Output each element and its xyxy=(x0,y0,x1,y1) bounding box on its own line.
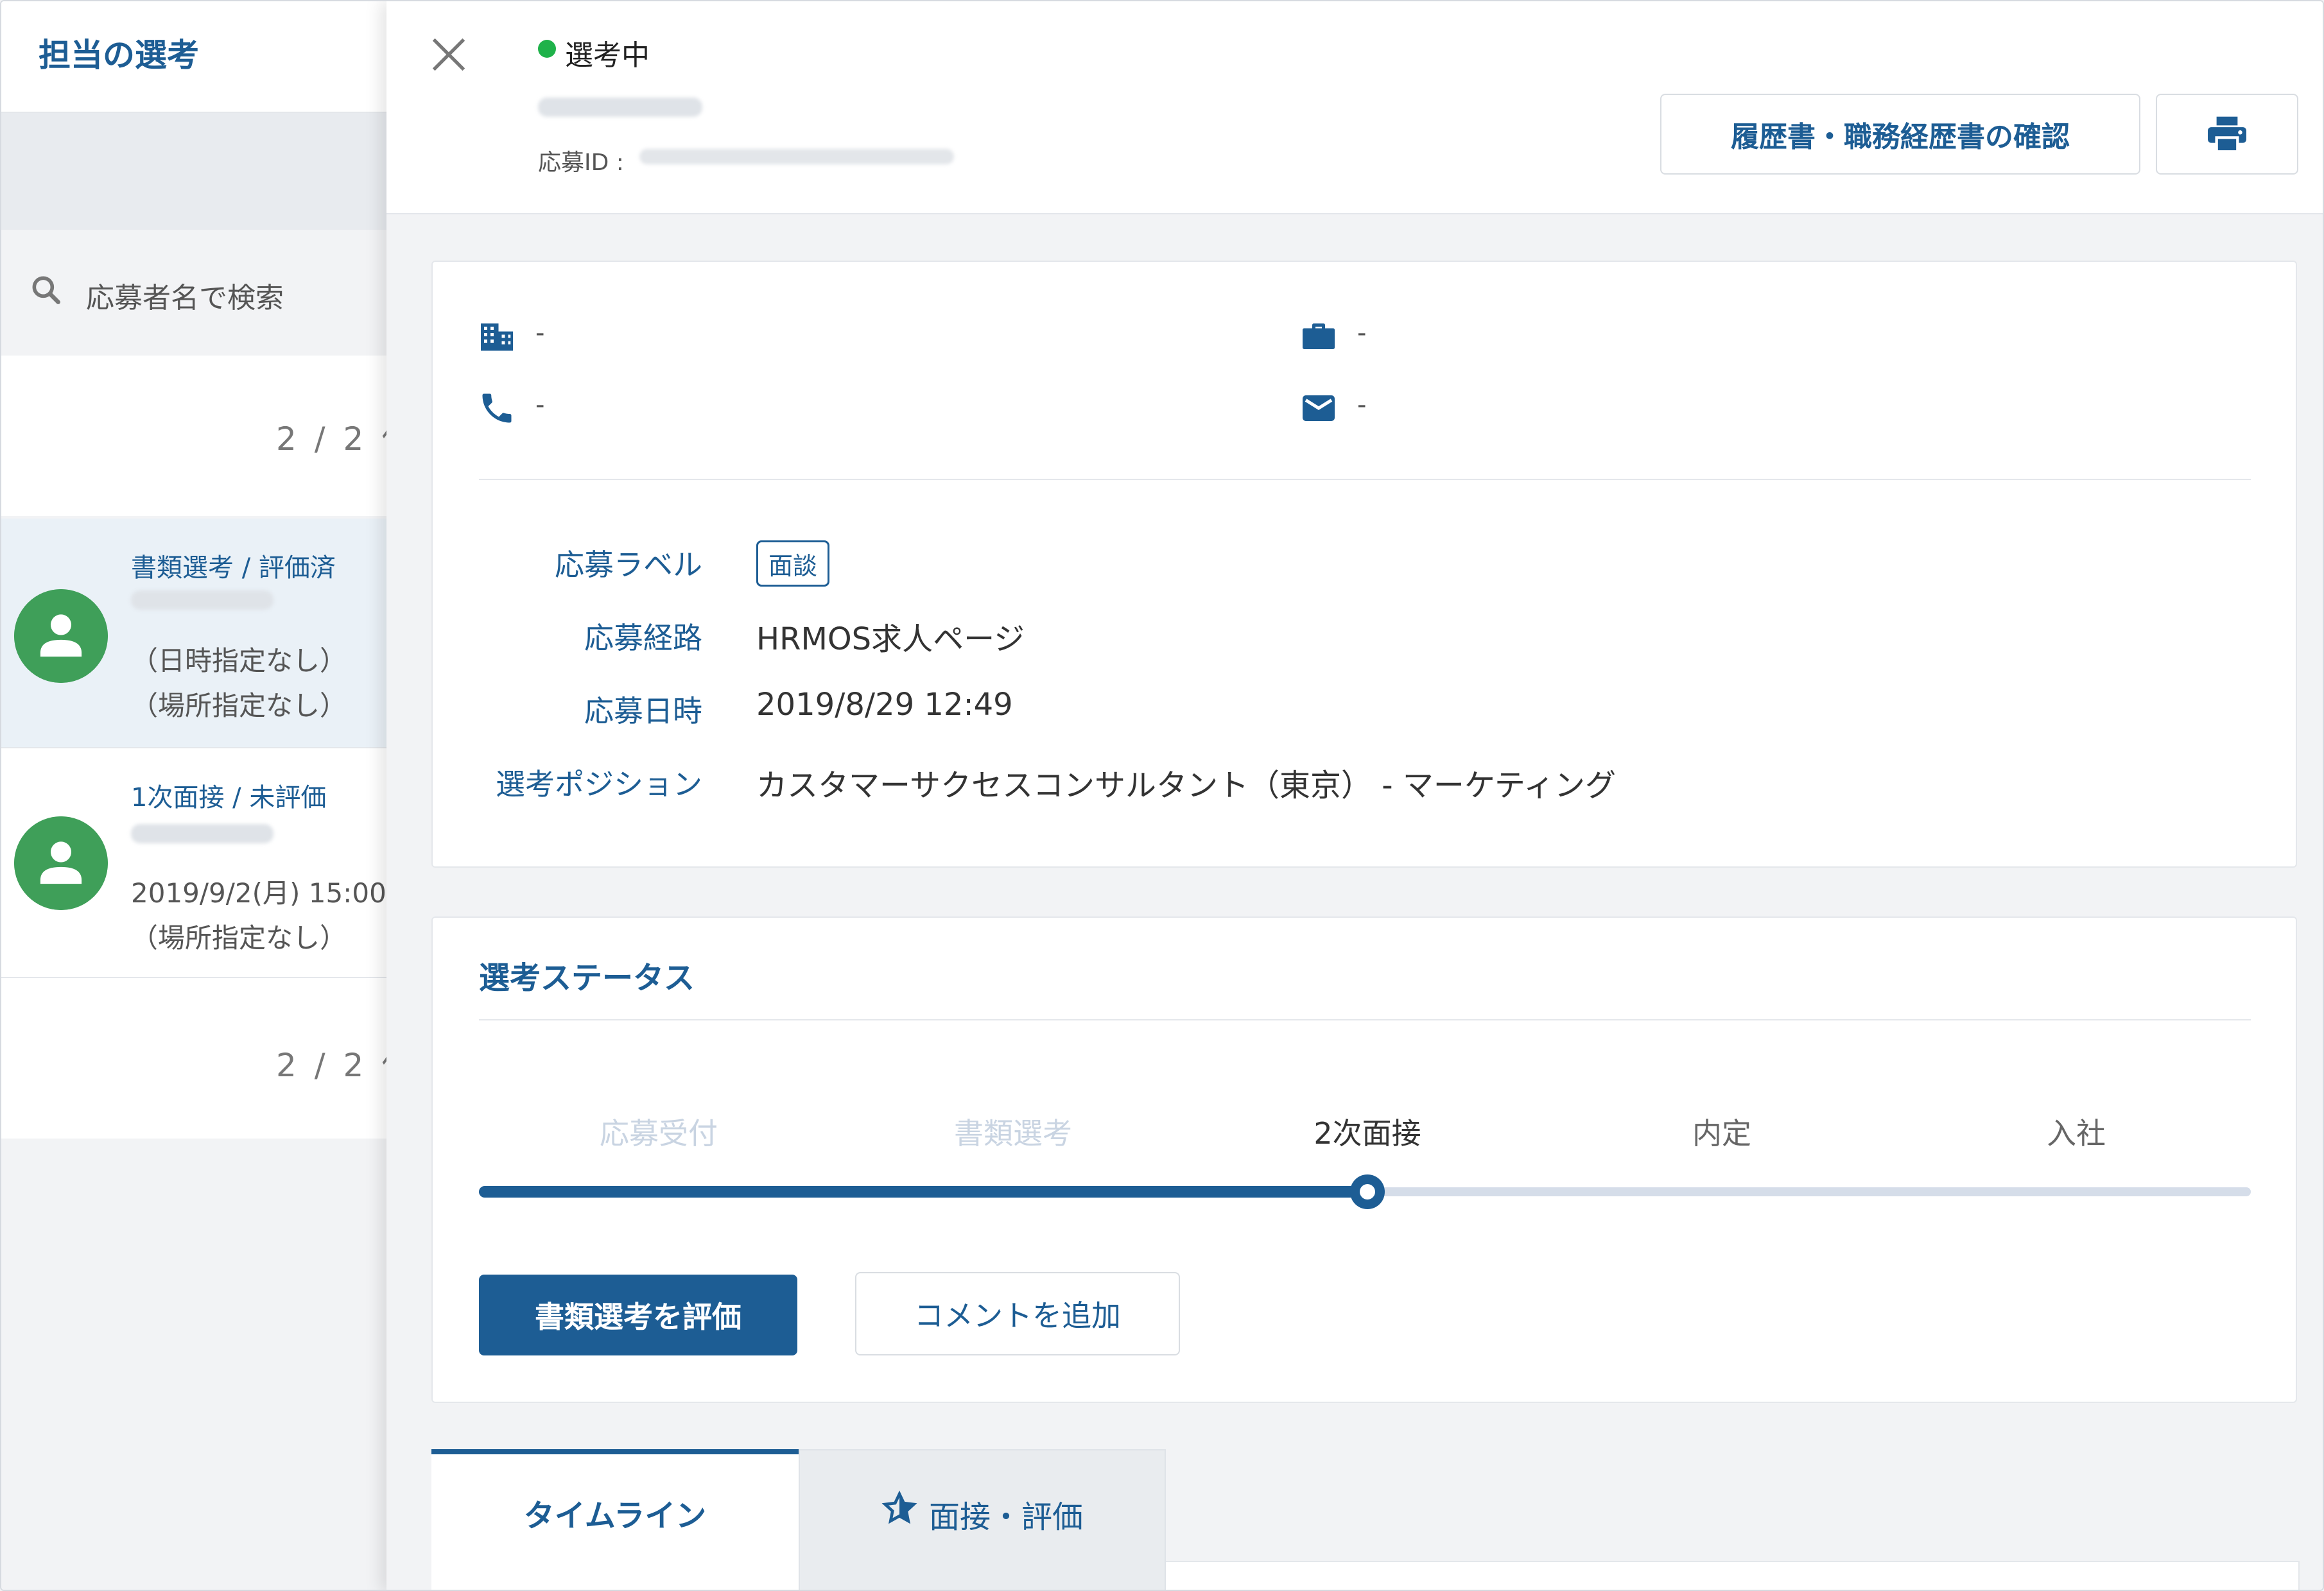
list-item[interactable]: 書類選考 / 評価済 （日時指定なし） （場所指定なし） xyxy=(1,519,386,748)
mail-icon xyxy=(1303,395,1335,421)
candidate-list-panel: 担当の選考 応募者名で検索 2 / 2 件 書類選考 / 評価済 （日時指定なし… xyxy=(1,1,413,1590)
tab-interview-evaluation[interactable]: 面接・評価 xyxy=(799,1449,1166,1590)
tab-timeline[interactable]: タイムライン xyxy=(431,1449,799,1590)
search-icon xyxy=(32,276,60,304)
applicant-name-redacted xyxy=(538,98,702,117)
phone-icon xyxy=(482,393,512,423)
email-value: - xyxy=(1357,390,1367,420)
evaluate-document-button[interactable]: 書類選考を評価 xyxy=(479,1275,797,1355)
briefcase-icon xyxy=(1303,323,1335,349)
list-item[interactable]: 1次面接 / 未評価 2019/9/2(月) 15:00 （場所指定なし） xyxy=(1,748,386,978)
selection-status-title: 選考ステータス xyxy=(479,960,695,996)
step-document-screening: 書類選考 xyxy=(954,1116,1072,1151)
application-route-value: HRMOS求人ページ xyxy=(756,621,1025,657)
avatar xyxy=(14,589,108,683)
printer-icon xyxy=(2208,116,2246,153)
divider xyxy=(479,1019,2251,1020)
candidate-datetime: （日時指定なし） xyxy=(131,645,347,676)
list-title: 担当の選考 xyxy=(39,37,199,74)
filter-band xyxy=(1,113,386,230)
progress-fill xyxy=(479,1186,1367,1198)
step-application-received: 応募受付 xyxy=(600,1116,718,1151)
application-label-tag: 面談 xyxy=(756,540,830,587)
tab-interview-label: 面接・評価 xyxy=(928,1499,1083,1535)
user-icon xyxy=(14,589,108,683)
candidate-detail-panel: 選考中 応募ID : 履歴書・職務経歴書の確認 - - - - 応募ラベル 面談… xyxy=(386,1,2323,1590)
candidate-location: （場所指定なし） xyxy=(131,690,347,721)
search-placeholder: 応募者名で検索 xyxy=(86,282,284,314)
list-header: 担当の選考 xyxy=(1,1,386,113)
app-window: 担当の選考 応募者名で検索 2 / 2 件 書類選考 / 評価済 （日時指定なし… xyxy=(0,0,2324,1591)
resume-check-button[interactable]: 履歴書・職務経歴書の確認 xyxy=(1660,94,2140,175)
status-dot xyxy=(538,40,556,58)
job-value: - xyxy=(1357,318,1367,348)
candidate-name-redacted xyxy=(131,590,273,610)
progress-marker xyxy=(1350,1174,1385,1209)
detail-tabs: タイムライン 面接・評価 xyxy=(431,1449,2300,1590)
position-label: 選考ポジション xyxy=(496,767,702,802)
candidate-name-redacted xyxy=(131,824,273,843)
result-count-top: 2 / 2 件 xyxy=(1,356,413,516)
application-label-label: 応募ラベル xyxy=(555,547,702,582)
candidate-datetime: 2019/9/2(月) 15:00 xyxy=(131,877,386,909)
search-input[interactable]: 応募者名で検索 xyxy=(1,230,386,356)
application-route-label: 応募経路 xyxy=(584,621,702,655)
application-date-label: 応募日時 xyxy=(584,694,702,728)
divider xyxy=(479,479,2251,480)
candidate-location: （場所指定なし） xyxy=(131,922,347,954)
application-id-label: 応募ID : xyxy=(538,150,624,176)
close-icon[interactable] xyxy=(426,32,471,77)
candidate-stage: 1次面接 / 未評価 xyxy=(131,783,327,813)
user-icon xyxy=(14,816,108,910)
step-second-interview: 2次面接 xyxy=(1314,1116,1421,1151)
position-value: カスタマーサクセスコンサルタント（東京） - マーケティング xyxy=(756,768,1617,804)
star-icon xyxy=(881,1490,917,1524)
phone-value: - xyxy=(535,390,545,420)
step-joined: 入社 xyxy=(2047,1116,2106,1151)
application-id-redacted xyxy=(639,149,954,164)
status-text: 選考中 xyxy=(565,39,650,72)
candidate-stage: 書類選考 / 評価済 xyxy=(131,553,336,583)
print-button[interactable] xyxy=(2156,94,2298,175)
selection-status-card: 選考ステータス 応募受付 書類選考 2次面接 内定 入社 書類選考を評価 コメン… xyxy=(431,916,2297,1403)
building-icon xyxy=(481,323,513,351)
applicant-info-card: - - - - 応募ラベル 面談 応募経路 HRMOS求人ページ 応募日時 20… xyxy=(431,261,2297,868)
detail-header: 選考中 応募ID : 履歴書・職務経歴書の確認 xyxy=(386,1,2323,214)
step-offer: 内定 xyxy=(1692,1116,1751,1151)
add-comment-button[interactable]: コメントを追加 xyxy=(855,1272,1180,1355)
result-count-bottom: 2 / 2 件 xyxy=(1,978,413,1139)
application-date-value: 2019/8/29 12:49 xyxy=(756,687,1013,723)
avatar xyxy=(14,816,108,910)
company-value: - xyxy=(535,318,545,348)
